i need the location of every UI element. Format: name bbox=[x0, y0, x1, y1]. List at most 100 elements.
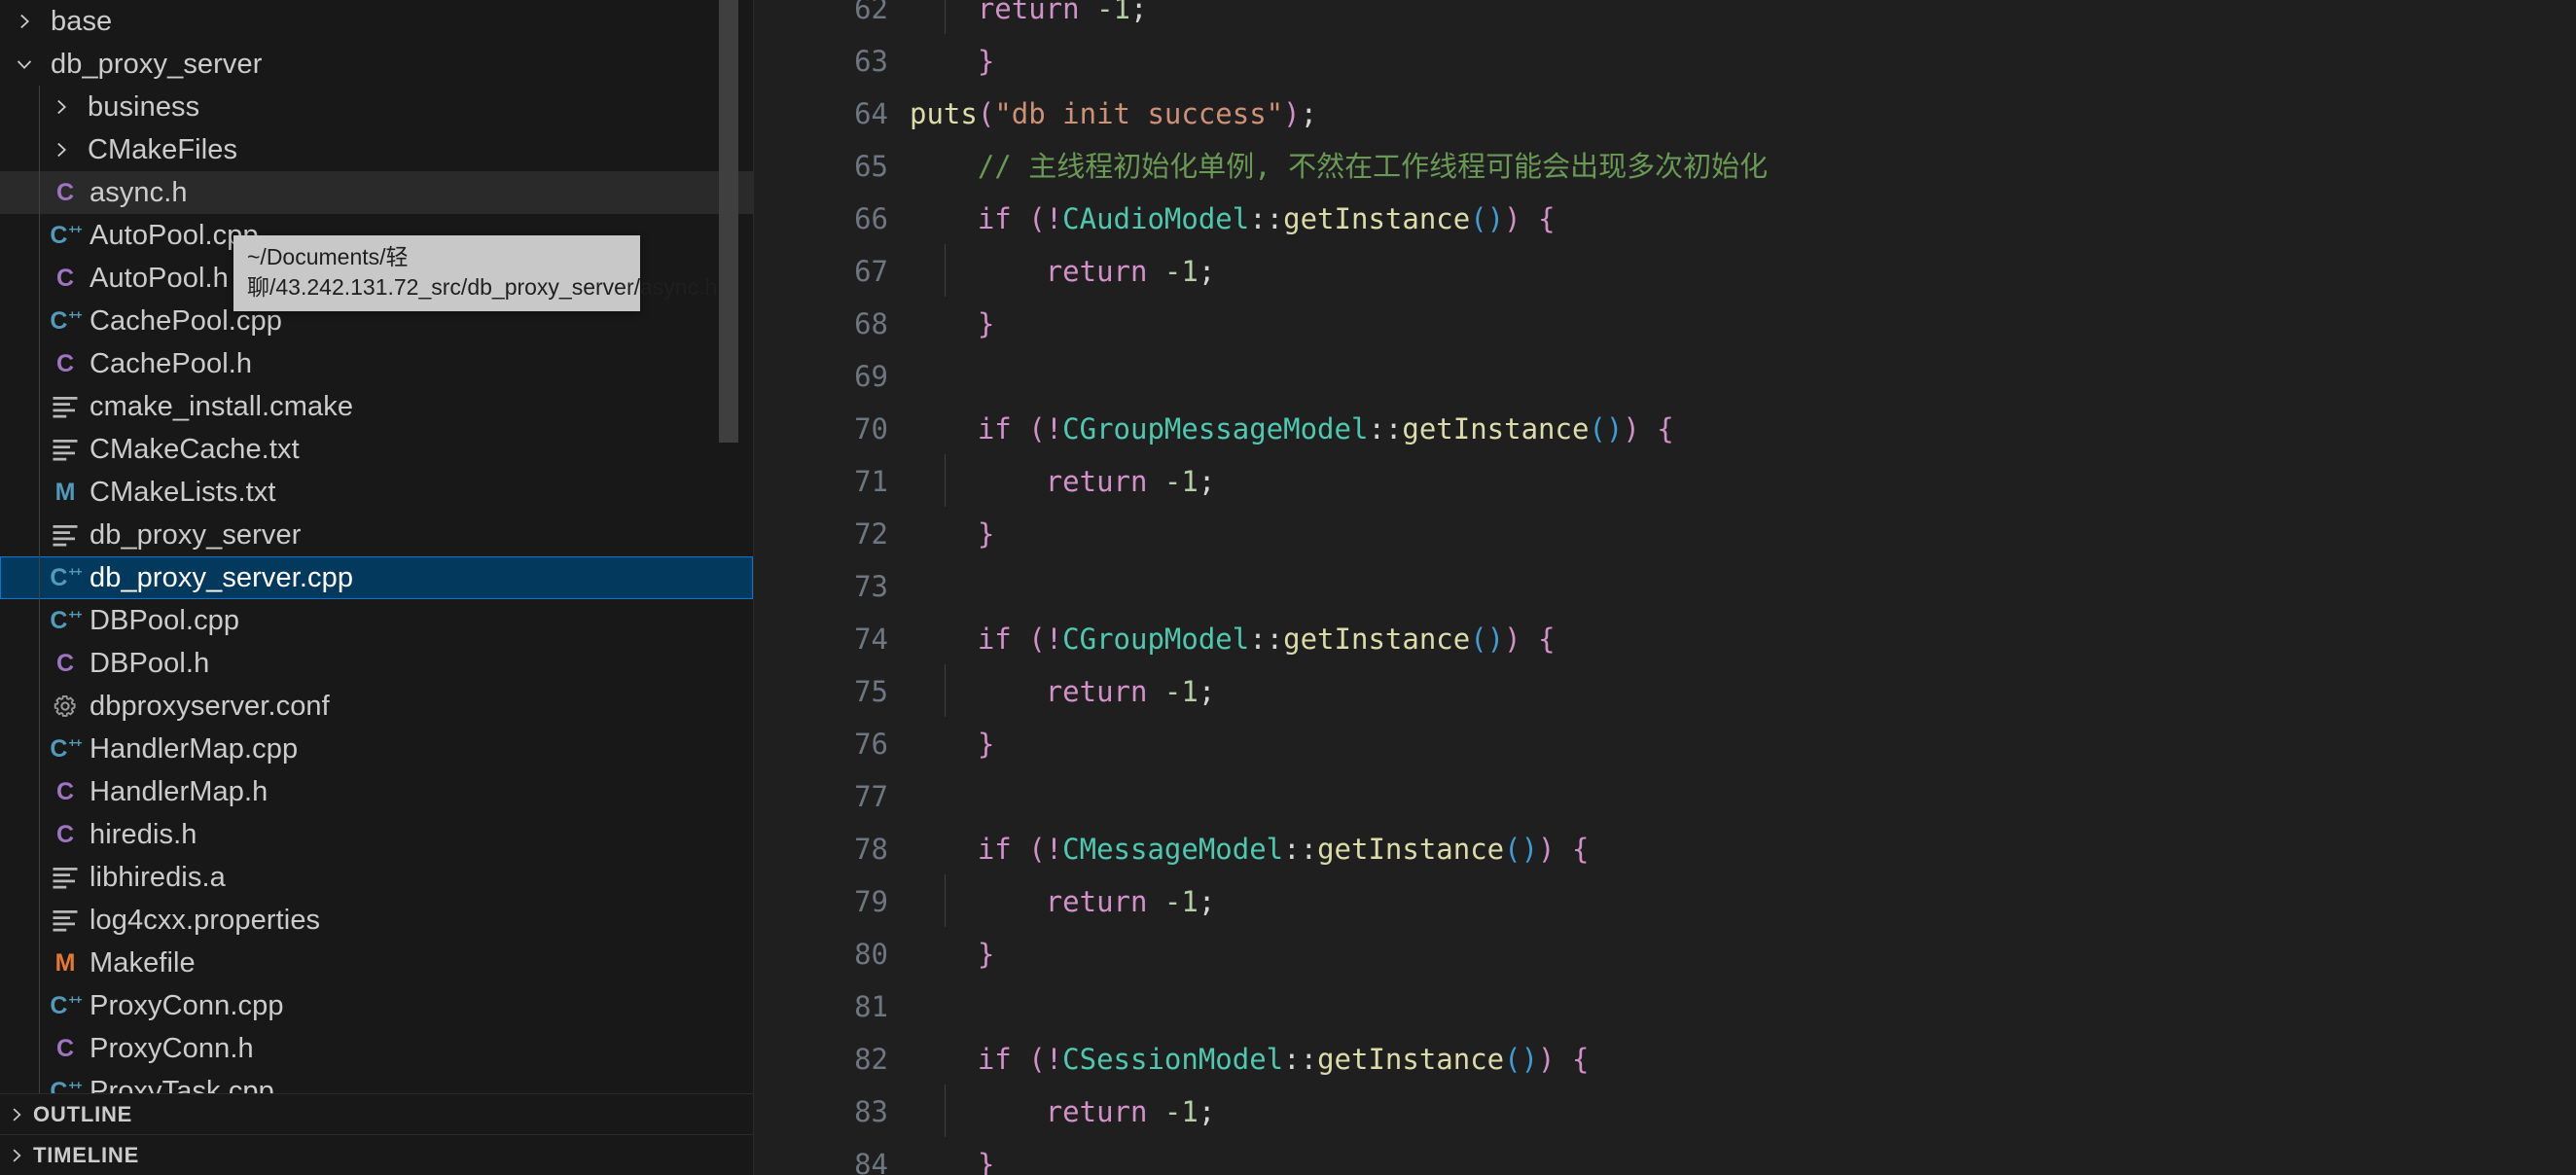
code-line[interactable]: 84 } bbox=[754, 1138, 2576, 1175]
tree-file-item[interactable]: Casync.h bbox=[0, 171, 753, 214]
code-token: ; bbox=[1198, 884, 1216, 918]
c-header-file-icon: C bbox=[55, 777, 75, 805]
code-line[interactable]: 82 if (!CSessionModel::getInstance()) { bbox=[754, 1033, 2576, 1086]
tree-file-item[interactable]: Chiredis.h bbox=[0, 813, 753, 856]
tree-item-label: business bbox=[88, 90, 200, 123]
code-text: // 主线程初始化单例, 不然在工作线程可能会出现多次初始化 bbox=[910, 150, 1768, 183]
indent-guide bbox=[39, 214, 40, 257]
code-text: return -1; bbox=[910, 1084, 1215, 1137]
code-line[interactable]: 66 if (!CAudioModel::getInstance()) { bbox=[754, 193, 2576, 245]
code-text: } bbox=[910, 940, 994, 969]
tree-file-item[interactable]: C HandlerMap.h bbox=[0, 770, 753, 813]
sidebar-scrollbar[interactable] bbox=[719, 0, 738, 1093]
line-number: 76 bbox=[854, 727, 888, 761]
code-indent-guide bbox=[945, 243, 946, 297]
code-line[interactable]: 81 bbox=[754, 980, 2576, 1033]
code-line[interactable]: 67 return -1; bbox=[754, 243, 2576, 298]
code-line[interactable]: 62 return -1; bbox=[754, 0, 2576, 35]
code-line[interactable]: 78 if (!CMessageModel::getInstance()) { bbox=[754, 823, 2576, 875]
code-line[interactable]: 68 } bbox=[754, 298, 2576, 350]
tree-file-item[interactable]: libhiredis.a bbox=[0, 856, 753, 899]
tree-item-content: log4cxx.properties bbox=[0, 904, 321, 936]
code-line[interactable]: 80 } bbox=[754, 928, 2576, 980]
code-editor[interactable]: 62 return -1; 63 } 64 puts("db init success… bbox=[754, 0, 2576, 1175]
tree-file-item[interactable]: M Makefile bbox=[0, 942, 753, 984]
tree-file-item[interactable]: C ++ ProxyConn.cpp bbox=[0, 984, 753, 1027]
code-token: ; bbox=[1198, 464, 1216, 498]
code-token: if bbox=[977, 622, 1012, 656]
tree-file-item[interactable]: log4cxx.properties bbox=[0, 899, 753, 942]
tree-item-label: log4cxx.properties bbox=[89, 904, 321, 936]
tree-item-content: C ++ HandlerMap.cpp bbox=[0, 734, 298, 764]
tree-file-item[interactable]: C DBPool.h bbox=[0, 642, 753, 685]
tree-file-item[interactable]: CMakeCache.txt bbox=[0, 428, 753, 471]
code-line[interactable]: 65 // 主线程初始化单例, 不然在工作线程可能会出现多次初始化 bbox=[754, 140, 2576, 193]
tree-folder-item[interactable]: business bbox=[0, 86, 753, 128]
file-tree[interactable]: base db_proxy_server business CMakeFiles Cas… bbox=[0, 0, 753, 1093]
tree-folder-item[interactable]: base bbox=[0, 0, 753, 43]
code-line[interactable]: 72 } bbox=[754, 508, 2576, 560]
code-token: () bbox=[1504, 832, 1539, 866]
code-line[interactable]: 76 } bbox=[754, 718, 2576, 770]
sidebar-scrollbar-thumb[interactable] bbox=[719, 0, 738, 443]
tree-item-label: hiredis.h bbox=[89, 818, 197, 850]
code-line[interactable]: 69 bbox=[754, 350, 2576, 403]
code-token: -1 bbox=[1096, 0, 1130, 25]
code-token: CAudioModel bbox=[1062, 201, 1250, 235]
code-line[interactable]: 79 return -1; bbox=[754, 873, 2576, 928]
tree-file-item[interactable]: dbproxyserver.conf bbox=[0, 685, 753, 728]
tree-item-label: async.h bbox=[89, 176, 188, 208]
tree-item-content: dbproxyserver.conf bbox=[0, 692, 330, 721]
line-number: 65 bbox=[854, 149, 888, 183]
tree-item-content: business bbox=[0, 90, 200, 123]
code-token: if bbox=[977, 411, 1012, 445]
tree-file-item[interactable]: C CachePool.h bbox=[0, 342, 753, 385]
code-line[interactable]: 73 bbox=[754, 560, 2576, 613]
text-file-icon bbox=[47, 437, 84, 462]
code-text: return -1; bbox=[910, 873, 1216, 927]
code-text: return -1; bbox=[910, 453, 1216, 507]
indent-guide bbox=[39, 599, 40, 642]
vscode-window: base db_proxy_server business CMakeFiles Cas… bbox=[0, 0, 2576, 1175]
tree-item-label: HandlerMap.h bbox=[89, 775, 268, 807]
tree-item-label: ProxyConn.h bbox=[89, 1032, 254, 1064]
code-text: } bbox=[910, 309, 994, 338]
code-line[interactable]: 71 return -1; bbox=[754, 453, 2576, 508]
tree-folder-item[interactable]: db_proxy_server bbox=[0, 43, 753, 86]
text-file-icon bbox=[47, 394, 84, 419]
tree-file-item[interactable]: C ProxyConn.h bbox=[0, 1027, 753, 1070]
tree-file-item[interactable]: C ++ HandlerMap.cpp bbox=[0, 728, 753, 770]
tree-item-label: CachePool.h bbox=[89, 347, 253, 379]
cmake-file-icon: M bbox=[54, 478, 76, 506]
pane-outline[interactable]: OUTLINE bbox=[0, 1093, 753, 1134]
tree-item-content: base bbox=[0, 7, 112, 36]
code-line[interactable]: 75 return -1; bbox=[754, 663, 2576, 718]
tree-file-item[interactable]: cmake_install.cmake bbox=[0, 385, 753, 428]
code-indent-guide bbox=[945, 453, 946, 507]
tree-file-item[interactable]: M CMakeLists.txt bbox=[0, 471, 753, 514]
tree-folder-item[interactable]: CMakeFiles bbox=[0, 128, 753, 171]
tree-item-content: C DBPool.h bbox=[0, 649, 209, 678]
code-line[interactable]: 63 } bbox=[754, 35, 2576, 88]
code-line[interactable]: 77 bbox=[754, 770, 2576, 823]
code-line[interactable]: 83 return -1; bbox=[754, 1084, 2576, 1138]
code-line[interactable]: 64 puts("db init success"); bbox=[754, 88, 2576, 140]
pane-timeline[interactable]: TIMELINE bbox=[0, 1134, 753, 1175]
tree-file-item[interactable]: C ++ ProxyTask.cpp bbox=[0, 1070, 753, 1093]
tree-file-item[interactable]: C ++ DBPool.cpp bbox=[0, 599, 753, 642]
explorer-sidebar: base db_proxy_server business CMakeFiles Cas… bbox=[0, 0, 754, 1175]
tree-file-item[interactable]: db_proxy_server bbox=[0, 514, 753, 556]
text-file-icon bbox=[47, 865, 84, 890]
code-token: return bbox=[1045, 464, 1148, 498]
tree-item-label: DBPool.cpp bbox=[89, 604, 240, 636]
code-line[interactable]: 74 if (!CGroupModel::getInstance()) { bbox=[754, 613, 2576, 665]
code-token: (! bbox=[1028, 201, 1063, 235]
code-line[interactable]: 70 if (!CGroupMessageModel::getInstance(… bbox=[754, 403, 2576, 455]
tree-file-item[interactable]: C ++ db_proxy_server.cpp bbox=[0, 556, 753, 599]
